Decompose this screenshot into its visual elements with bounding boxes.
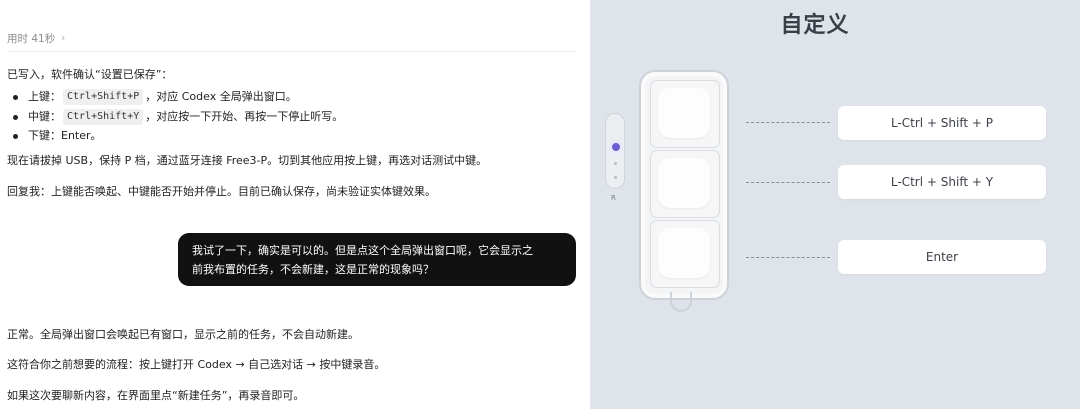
bullet-bottom-key-text: 下键：Enter。 — [28, 129, 102, 142]
leader-line — [746, 182, 830, 183]
keypad-device — [639, 70, 729, 300]
bullet-middle-key-suffix: ，对应按一下开始、再按一下停止听写。 — [145, 110, 344, 123]
leader-line — [746, 257, 830, 258]
write-confirmation-text: 已写入，软件确认“设置已保存”： — [7, 68, 173, 81]
divider — [7, 51, 576, 52]
bullet-dot — [13, 133, 18, 139]
bullet-middle-key-code: Ctrl+Shift+Y — [63, 109, 144, 125]
bullet-top-key: 上键： Ctrl+Shift+P ，对应 Codex 全局弹出窗口。 — [13, 89, 297, 105]
answer-text: 正常。全局弹出窗口会唤起已有窗口，显示之前的任务，不会自动新建。 — [7, 328, 359, 341]
chevron-right-icon: › — [61, 33, 66, 44]
key-bottom[interactable] — [650, 220, 720, 288]
bullet-dot — [13, 94, 18, 100]
chat-pane: 用时 41秒 › 已写入，软件确认“设置已保存”： 上键： Ctrl+Shift… — [0, 0, 590, 409]
key-middle[interactable] — [650, 150, 720, 218]
user-message-bubble: 我试了一下，确实是可以的。但是点这个全局弹出窗口呢，它会显示之 前我布置的任务，… — [178, 233, 576, 286]
reply-request-text: 回复我：上键能否唤起、中键能否开始并停止。目前已确认保存，尚未验证实体键效果。 — [7, 185, 436, 198]
bullet-bottom-key: 下键：Enter。 — [13, 129, 102, 143]
mode-switch-knob[interactable] — [609, 140, 623, 154]
bullet-middle-key: 中键： Ctrl+Shift+Y ，对应按一下开始、再按一下停止听写。 — [13, 109, 343, 125]
elapsed-time-toggle[interactable]: 用时 41秒 › — [7, 31, 65, 46]
bullet-dot — [13, 114, 18, 120]
customize-title: 自定义 — [780, 13, 850, 38]
binding-middle-key[interactable]: L-Ctrl + Shift + Y — [838, 165, 1046, 199]
customize-panel: 自定义 P R L-Ctrl + Shift + P L-Ctrl + Shif… — [590, 0, 1080, 409]
user-message-line: 前我布置的任务，不会新建，这是正常的现象吗？ — [192, 263, 434, 276]
binding-top-key[interactable]: L-Ctrl + Shift + P — [838, 106, 1046, 140]
binding-bottom-key[interactable]: Enter — [838, 240, 1046, 274]
mode-r-label[interactable]: R — [611, 194, 616, 202]
instruction-text: 现在请拔掉 USB，保持 P 档，通过蓝牙连接 Free3-P。切到其他应用按上… — [7, 154, 488, 167]
bullet-middle-key-prefix: 中键： — [28, 110, 61, 123]
key-top[interactable] — [650, 80, 720, 148]
answer-text: 这符合你之前想要的流程：按上键打开 Codex → 自己选对话 → 按中键录音。 — [7, 358, 386, 371]
keypad-lanyard-loop — [670, 292, 692, 312]
switch-dot — [614, 176, 617, 179]
switch-dot — [614, 162, 617, 165]
bullet-top-key-code: Ctrl+Shift+P — [63, 89, 144, 105]
bullet-top-key-prefix: 上键： — [28, 90, 61, 103]
answer-text: 如果这次要聊新内容，在界面里点“新建任务”，再录音即可。 — [7, 389, 305, 402]
mode-switch[interactable] — [605, 113, 625, 189]
bullet-top-key-suffix: ，对应 Codex 全局弹出窗口。 — [145, 90, 297, 103]
elapsed-time-label: 用时 41秒 — [7, 33, 56, 45]
leader-line — [746, 122, 830, 123]
user-message-line: 我试了一下，确实是可以的。但是点这个全局弹出窗口呢，它会显示之 — [192, 244, 533, 257]
